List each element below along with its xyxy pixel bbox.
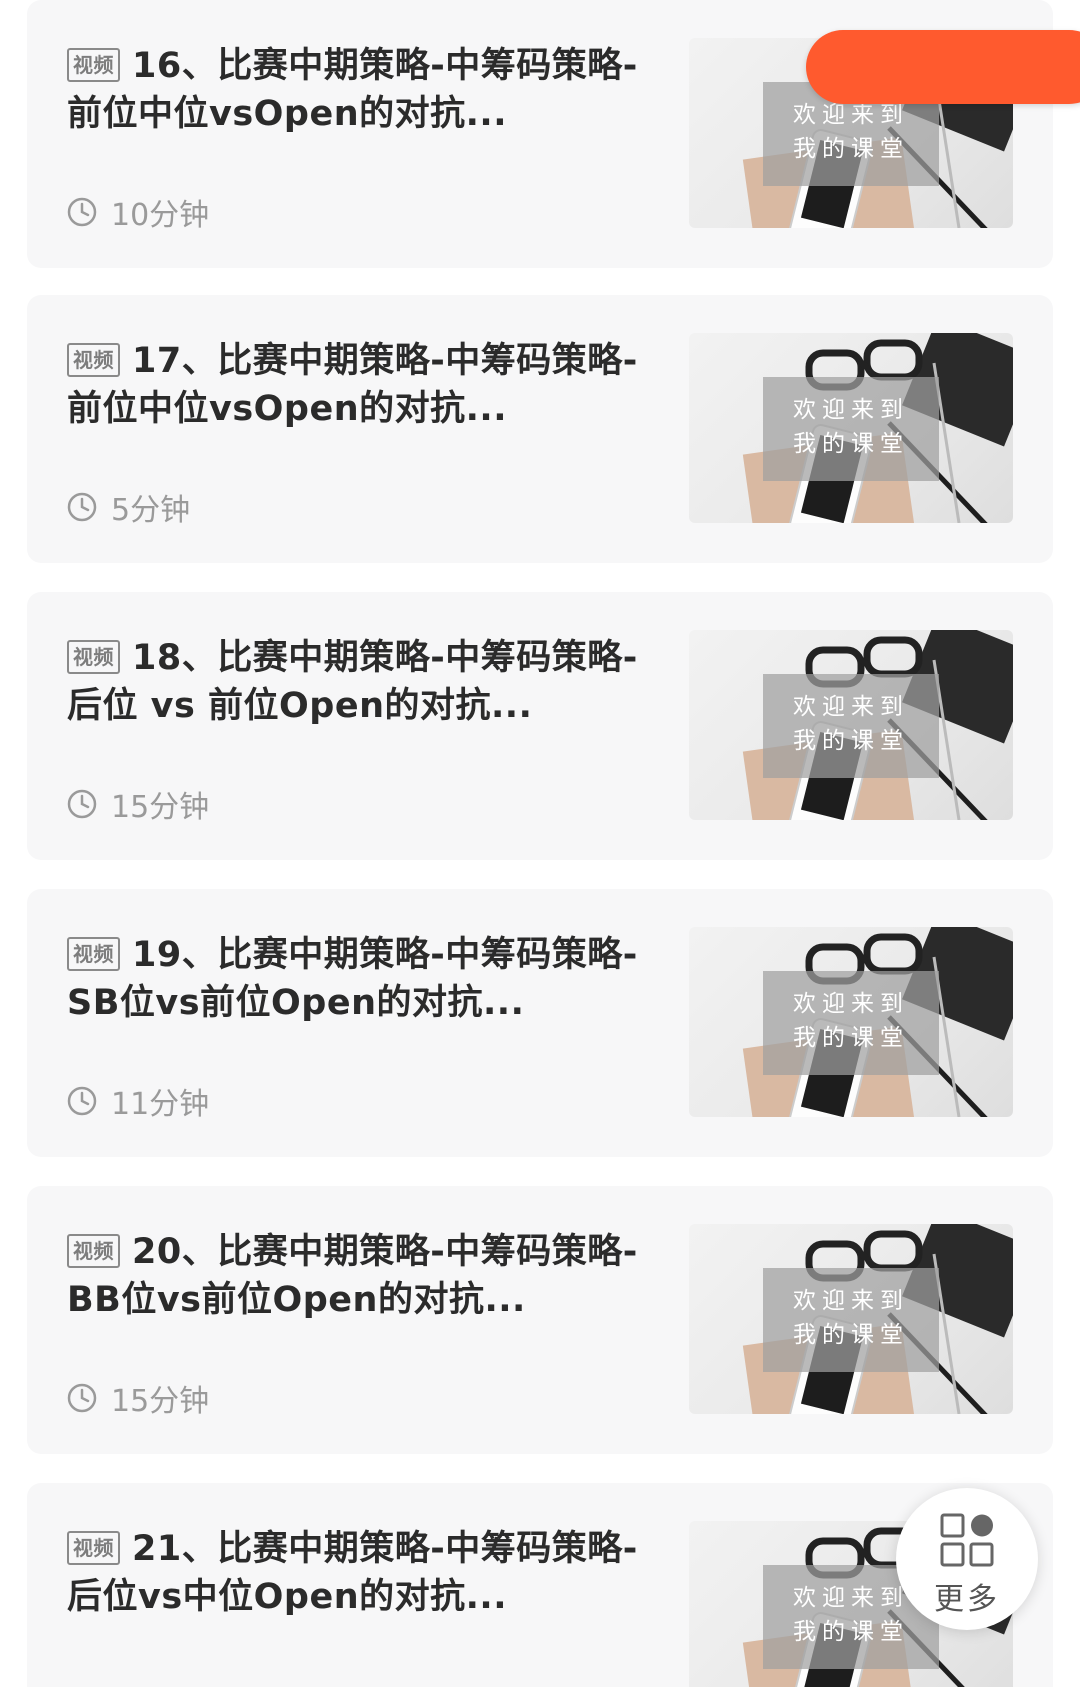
lesson-thumbnail[interactable]: 欢迎来到 我的课堂 — [689, 927, 1013, 1117]
clock-icon — [67, 197, 97, 227]
lesson-thumbnail[interactable]: 欢迎来到 我的课堂 — [689, 630, 1013, 820]
thumbnail-caption-line: 我的课堂 — [793, 1619, 909, 1645]
video-tag: 视频 — [67, 343, 120, 377]
duration-text: 10分钟 — [111, 198, 210, 233]
duration-text: 5分钟 — [111, 493, 191, 528]
lesson-title: 视频 16、比赛中期策略-中筹码策略-前位中位vsOpen的对抗... — [67, 42, 657, 138]
thumbnail-caption-line: 欢迎来到 — [793, 1288, 909, 1314]
grid-apps-icon — [940, 1513, 994, 1567]
more-label: 更多 — [934, 1582, 1000, 1617]
lesson-duration: 10分钟 — [67, 192, 210, 233]
lesson-duration: 11分钟 — [67, 1081, 210, 1122]
lesson-duration: 15分钟 — [67, 1378, 210, 1419]
video-tag: 视频 — [67, 1531, 120, 1565]
lesson-title: 视频 19、比赛中期策略-中筹码策略-SB位vs前位Open的对抗... — [67, 931, 657, 1027]
thumbnail-caption-line: 我的课堂 — [793, 1322, 909, 1348]
thumbnail-caption-line: 我的课堂 — [793, 431, 909, 457]
thumbnail-caption-line: 欢迎来到 — [793, 694, 909, 720]
lesson-title: 视频 20、比赛中期策略-中筹码策略-BB位vs前位Open的对抗... — [67, 1228, 657, 1324]
lesson-title-text: 21、比赛中期策略-中筹码策略-后位vs中位Open的对抗... — [67, 1529, 638, 1617]
lesson-card[interactable]: 视频 17、比赛中期策略-中筹码策略-前位中位vsOpen的对抗... 5分钟 欢… — [27, 295, 1053, 563]
lesson-title-text: 17、比赛中期策略-中筹码策略-前位中位vsOpen的对抗... — [67, 341, 638, 429]
video-tag: 视频 — [67, 640, 120, 674]
lesson-card[interactable]: 视频 19、比赛中期策略-中筹码策略-SB位vs前位Open的对抗... 11分钟… — [27, 889, 1053, 1157]
lesson-title: 视频 21、比赛中期策略-中筹码策略-后位vs中位Open的对抗... — [67, 1525, 657, 1621]
thumbnail-caption-line: 我的课堂 — [793, 136, 909, 162]
duration-text: 11分钟 — [111, 1087, 210, 1122]
duration-text: 15分钟 — [111, 790, 210, 825]
thumbnail-caption: 欢迎来到 我的课堂 — [763, 377, 939, 481]
more-button[interactable]: 更多 — [896, 1488, 1038, 1630]
clock-icon — [67, 492, 97, 522]
clock-icon — [67, 1086, 97, 1116]
thumbnail-caption-line: 我的课堂 — [793, 728, 909, 754]
lesson-title-text: 19、比赛中期策略-中筹码策略-SB位vs前位Open的对抗... — [67, 935, 638, 1023]
duration-text: 15分钟 — [111, 1384, 210, 1419]
thumbnail-caption-line: 我的课堂 — [793, 1025, 909, 1051]
lesson-card[interactable]: 视频 18、比赛中期策略-中筹码策略-后位 vs 前位Open的对抗... 15分… — [27, 592, 1053, 860]
lesson-duration: 15分钟 — [67, 784, 210, 825]
clock-icon — [67, 789, 97, 819]
lesson-duration: 5分钟 — [67, 487, 191, 528]
lesson-title-text: 16、比赛中期策略-中筹码策略-前位中位vsOpen的对抗... — [67, 46, 638, 134]
lesson-title-text: 20、比赛中期策略-中筹码策略-BB位vs前位Open的对抗... — [67, 1232, 638, 1320]
lesson-title-text: 18、比赛中期策略-中筹码策略-后位 vs 前位Open的对抗... — [67, 638, 638, 726]
lesson-title: 视频 17、比赛中期策略-中筹码策略-前位中位vsOpen的对抗... — [67, 337, 657, 433]
lesson-title: 视频 18、比赛中期策略-中筹码策略-后位 vs 前位Open的对抗... — [67, 634, 657, 730]
thumbnail-caption: 欢迎来到 我的课堂 — [763, 1268, 939, 1372]
video-tag: 视频 — [67, 48, 120, 82]
lesson-card[interactable]: 视频 20、比赛中期策略-中筹码策略-BB位vs前位Open的对抗... 15分钟… — [27, 1186, 1053, 1454]
thumbnail-caption-line: 欢迎来到 — [793, 397, 909, 423]
floating-action-pill[interactable] — [806, 30, 1080, 104]
video-tag: 视频 — [67, 1234, 120, 1268]
thumbnail-caption: 欢迎来到 我的课堂 — [763, 971, 939, 1075]
lesson-thumbnail[interactable]: 欢迎来到 我的课堂 — [689, 333, 1013, 523]
lesson-thumbnail[interactable]: 欢迎来到 我的课堂 — [689, 1224, 1013, 1414]
video-tag: 视频 — [67, 937, 120, 971]
thumbnail-caption: 欢迎来到 我的课堂 — [763, 674, 939, 778]
clock-icon — [67, 1383, 97, 1413]
thumbnail-caption-line: 欢迎来到 — [793, 991, 909, 1017]
lesson-list-page: 视频 16、比赛中期策略-中筹码策略-前位中位vsOpen的对抗... 10分钟 … — [0, 0, 1080, 1687]
